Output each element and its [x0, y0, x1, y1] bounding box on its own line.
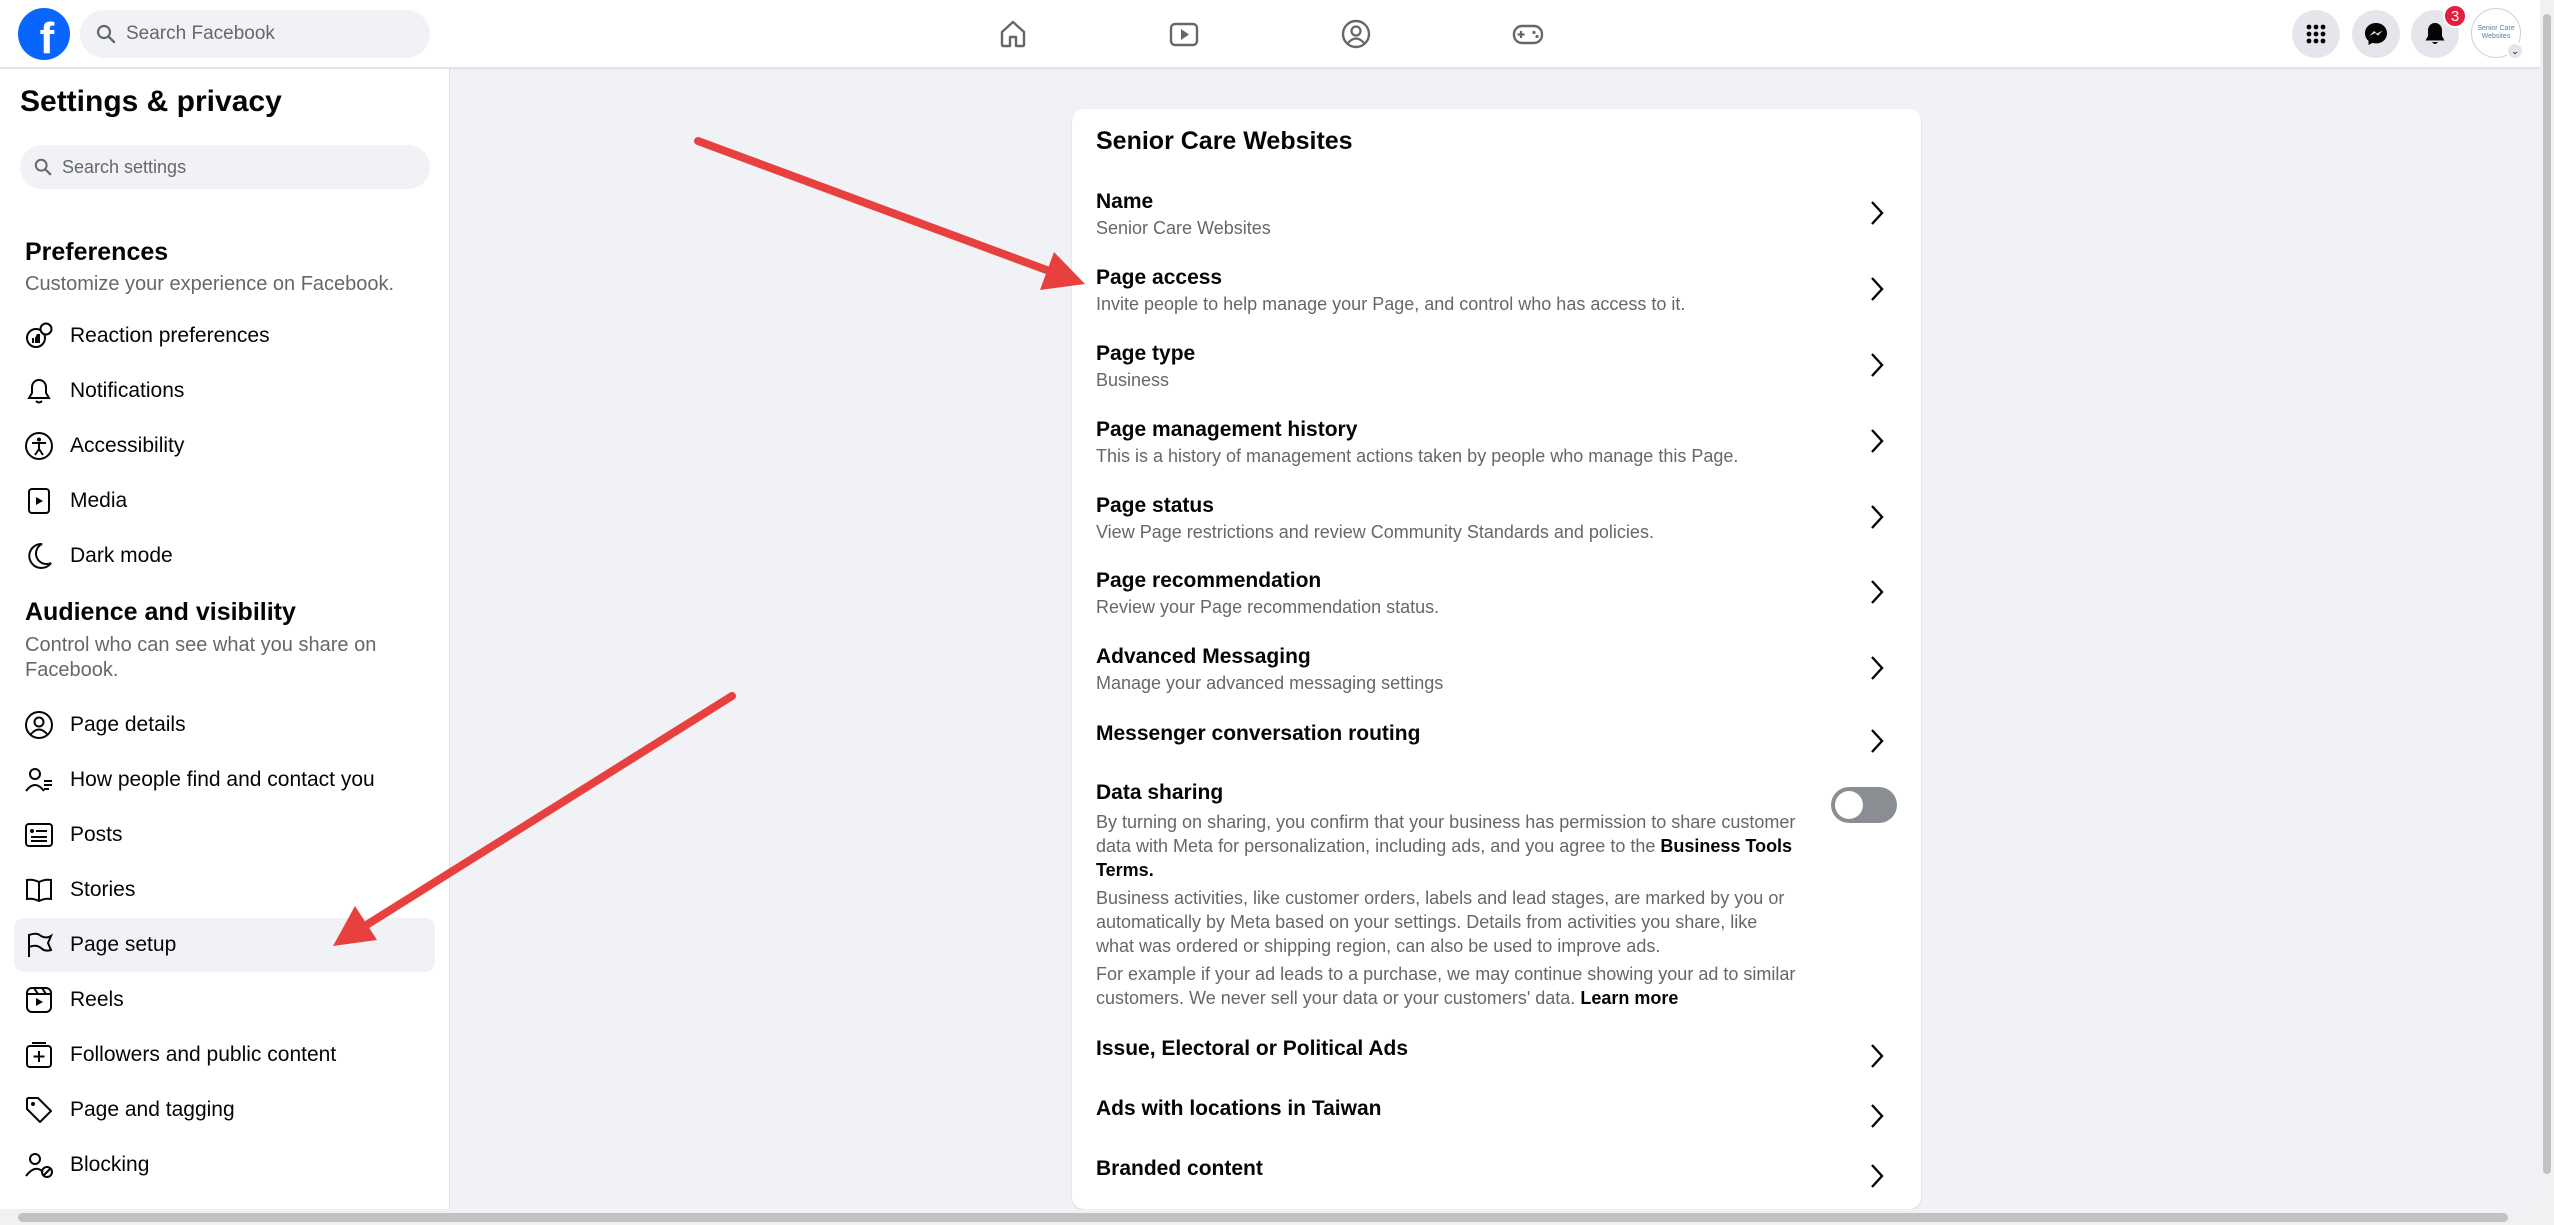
sidebar-item-accessibility[interactable]: Accessibility: [14, 419, 435, 473]
reaction-icon: [24, 321, 54, 351]
messenger-icon[interactable]: [2352, 10, 2400, 58]
data-sharing-paragraph-1: By turning on sharing, you confirm that …: [1096, 812, 1796, 880]
facebook-logo[interactable]: f: [18, 8, 70, 63]
block-user-icon: [24, 1150, 54, 1180]
home-icon[interactable]: [991, 12, 1035, 56]
chevron-right-icon: [1871, 580, 1884, 604]
search-placeholder: Search Facebook: [126, 23, 275, 44]
top-navigation-bar: f Search Facebook 3 Senior Care Websites…: [0, 0, 2554, 68]
sidebar-item-stories[interactable]: Stories: [14, 863, 435, 917]
settings-row-page-access[interactable]: Page access Invite people to help manage…: [1096, 266, 1896, 315]
search-facebook-input[interactable]: Search Facebook: [80, 10, 430, 58]
settings-sidebar: Settings & privacy Search settings Prefe…: [0, 69, 450, 1209]
chevron-right-icon: [1871, 1104, 1884, 1128]
book-icon: [24, 875, 54, 905]
learn-more-link[interactable]: Learn more: [1580, 988, 1678, 1008]
menu-grid-icon[interactable]: [2292, 10, 2340, 58]
data-sharing-paragraph-2: Business activities, like customer order…: [1096, 888, 1785, 956]
media-icon: [24, 486, 54, 516]
flag-icon: [24, 930, 54, 960]
user-contact-icon: [24, 765, 54, 795]
sidebar-item-reaction-preferences[interactable]: Reaction preferences: [14, 309, 435, 363]
add-box-icon: [24, 1040, 54, 1070]
sidebar-item-media[interactable]: Media: [14, 474, 435, 528]
moon-icon: [24, 541, 54, 571]
settings-row-page-recommendation[interactable]: Page recommendation Review your Page rec…: [1096, 569, 1896, 618]
search-settings-placeholder: Search settings: [62, 156, 187, 177]
sidebar-item-blocking[interactable]: Blocking: [14, 1138, 435, 1192]
data-sharing-title: Data sharing: [1096, 781, 1224, 804]
settings-row-name[interactable]: Name Senior Care Websites: [1096, 190, 1896, 239]
search-settings-input[interactable]: Search settings: [20, 145, 430, 189]
sidebar-item-reels[interactable]: Reels: [14, 973, 435, 1027]
data-sharing-section: Data sharing By turning on sharing, you …: [1096, 781, 1896, 1010]
notifications-badge: 3: [2443, 4, 2467, 28]
sidebar-item-followers-public-content[interactable]: Followers and public content: [14, 1028, 435, 1082]
settings-row-messenger-conversation-routing[interactable]: Messenger conversation routing: [1096, 722, 1896, 753]
section-title-audience: Audience and visibility: [25, 598, 296, 626]
reels-icon: [24, 985, 54, 1015]
gaming-icon[interactable]: [1506, 12, 1550, 56]
sidebar-item-page-setup[interactable]: Page setup: [14, 918, 435, 972]
arrow-to-page-access: [694, 137, 1085, 290]
chevron-right-icon: [1871, 729, 1884, 753]
sidebar-item-posts[interactable]: Posts: [14, 808, 435, 862]
settings-row-ads-taiwan[interactable]: Ads with locations in Taiwan: [1096, 1097, 1896, 1128]
sidebar-item-page-details[interactable]: Page details: [14, 698, 435, 752]
search-icon: [34, 158, 52, 176]
user-circle-icon: [24, 710, 54, 740]
chevron-down-icon[interactable]: ⌄: [2506, 42, 2524, 60]
page-settings-card: Senior Care Websites Name Senior Care We…: [1072, 109, 1921, 1209]
horizontal-scrollbar[interactable]: [0, 1209, 2540, 1225]
section-title-preferences: Preferences: [25, 238, 169, 266]
bell-icon: [24, 376, 54, 406]
section-desc-audience: Control who can see what you share on Fa…: [25, 634, 377, 681]
card-title: Senior Care Websites: [1096, 127, 1353, 155]
tag-icon: [24, 1095, 54, 1125]
sidebar-item-how-people-find-you[interactable]: How people find and contact you: [14, 753, 435, 807]
settings-row-page-management-history[interactable]: Page management history This is a histor…: [1096, 418, 1896, 467]
settings-row-page-type[interactable]: Page type Business: [1096, 342, 1896, 391]
video-icon[interactable]: [1162, 12, 1206, 56]
page-title: Settings & privacy: [20, 85, 282, 118]
chevron-right-icon: [1871, 505, 1884, 529]
settings-row-branded-content[interactable]: Branded content: [1096, 1157, 1896, 1188]
data-sharing-toggle[interactable]: [1831, 787, 1897, 823]
settings-row-political-ads[interactable]: Issue, Electoral or Political Ads: [1096, 1037, 1896, 1068]
sidebar-item-page-and-tagging[interactable]: Page and tagging: [14, 1083, 435, 1137]
horizontal-scrollbar-thumb[interactable]: [18, 1213, 2508, 1222]
data-sharing-paragraph-3: For example if your ad leads to a purcha…: [1096, 964, 1796, 1008]
settings-row-page-status[interactable]: Page status View Page restrictions and r…: [1096, 494, 1896, 543]
chevron-right-icon: [1871, 201, 1884, 225]
settings-row-advanced-messaging[interactable]: Advanced Messaging Manage your advanced …: [1096, 645, 1896, 694]
section-desc-preferences: Customize your experience on Facebook.: [25, 273, 395, 295]
posts-icon: [24, 820, 54, 850]
chevron-right-icon: [1871, 277, 1884, 301]
notifications-bell-icon[interactable]: 3: [2411, 4, 2467, 58]
toggle-knob: [1835, 791, 1863, 819]
sidebar-item-notifications[interactable]: Notifications: [14, 364, 435, 418]
chevron-right-icon: [1871, 429, 1884, 453]
chevron-right-icon: [1871, 1164, 1884, 1188]
sidebar-item-dark-mode[interactable]: Dark mode: [14, 529, 435, 583]
accessibility-icon: [24, 431, 54, 461]
vertical-scrollbar-thumb[interactable]: [2543, 14, 2551, 1174]
chevron-right-icon: [1871, 353, 1884, 377]
chevron-right-icon: [1871, 656, 1884, 680]
search-icon: [96, 24, 116, 44]
vertical-scrollbar[interactable]: [2540, 0, 2554, 1225]
groups-icon[interactable]: [1334, 12, 1378, 56]
chevron-right-icon: [1871, 1044, 1884, 1068]
